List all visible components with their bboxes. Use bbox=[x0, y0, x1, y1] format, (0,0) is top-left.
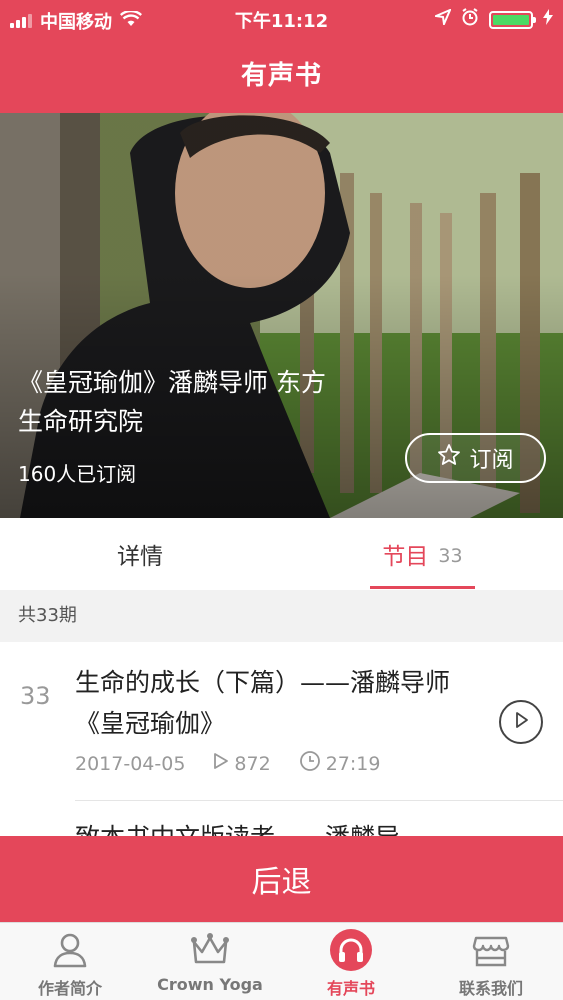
tabbar-label: 有声书 bbox=[326, 979, 375, 998]
subscribe-button[interactable]: 订阅 bbox=[405, 433, 546, 483]
tab-episodes-label: 节目 bbox=[382, 544, 429, 570]
episode-duration: 27:19 bbox=[325, 752, 381, 775]
tab-detail-label: 详情 bbox=[117, 544, 163, 570]
tab-detail[interactable]: 详情 bbox=[40, 518, 240, 590]
episode-date: 2017-04-05 bbox=[75, 752, 186, 775]
active-tab-indicator bbox=[370, 586, 475, 589]
divider bbox=[75, 800, 563, 801]
back-button[interactable]: 后退 bbox=[0, 836, 563, 922]
battery-icon bbox=[489, 10, 536, 29]
back-button-label: 后退 bbox=[251, 865, 312, 900]
content-tabs: 详情 节目 33 bbox=[0, 518, 563, 590]
app-header: 中国移动 下午11:12 有声书 bbox=[0, 0, 563, 113]
episode-index: 33 bbox=[20, 682, 51, 710]
alarm-icon bbox=[461, 8, 479, 31]
bottom-tab-bar: 作者简介 Crown Yoga 有声书 联系我们 bbox=[0, 922, 563, 1000]
episode-total: 共33期 bbox=[0, 590, 563, 642]
tabbar-item-audiobook[interactable]: 有声书 bbox=[281, 923, 421, 1000]
star-icon bbox=[437, 443, 461, 473]
location-icon bbox=[432, 8, 452, 30]
person-icon bbox=[50, 929, 90, 971]
crown-icon bbox=[189, 929, 231, 971]
clock-icon bbox=[299, 750, 321, 777]
tabbar-item-contact[interactable]: 联系我们 bbox=[421, 923, 561, 1000]
play-count-icon bbox=[213, 752, 229, 775]
tabbar-item-crown-yoga[interactable]: Crown Yoga bbox=[140, 923, 280, 1000]
episode-meta: 2017-04-05 872 27:19 bbox=[75, 750, 408, 777]
tabbar-label: 联系我们 bbox=[458, 979, 523, 998]
play-button[interactable] bbox=[499, 700, 543, 744]
headphones-icon bbox=[329, 929, 373, 971]
store-icon bbox=[471, 929, 511, 971]
subscriber-count: 160人已订阅 bbox=[18, 462, 137, 486]
episode-plays: 872 bbox=[234, 752, 271, 775]
list-item[interactable]: 33 生命的成长（下篇）——潘麟导师《皇冠瑜伽》 2017-04-05 872 … bbox=[0, 642, 563, 802]
book-title: 《皇冠瑜伽》潘麟导师 东方生命研究院 bbox=[18, 368, 326, 436]
status-bar: 中国移动 下午11:12 bbox=[0, 0, 563, 38]
subscribe-label: 订阅 bbox=[469, 448, 514, 473]
tabbar-item-author[interactable]: 作者简介 bbox=[0, 923, 140, 1000]
charging-icon bbox=[543, 9, 553, 30]
tabbar-label: Crown Yoga bbox=[157, 975, 263, 994]
episode-title: 生命的成长（下篇）——潘麟导师《皇冠瑜伽》 bbox=[75, 668, 451, 738]
play-icon bbox=[513, 711, 529, 733]
page-title: 有声书 bbox=[240, 61, 322, 91]
episode-title[interactable]: 致本书中文版读者——潘麟导 bbox=[75, 818, 495, 838]
episodes-count: 33 bbox=[438, 545, 463, 567]
tab-episodes[interactable]: 节目 33 bbox=[370, 518, 475, 590]
hero-banner: 《皇冠瑜伽》潘麟导师 东方生命研究院 160人已订阅 订阅 bbox=[0, 113, 563, 518]
tabbar-label: 作者简介 bbox=[37, 979, 102, 998]
